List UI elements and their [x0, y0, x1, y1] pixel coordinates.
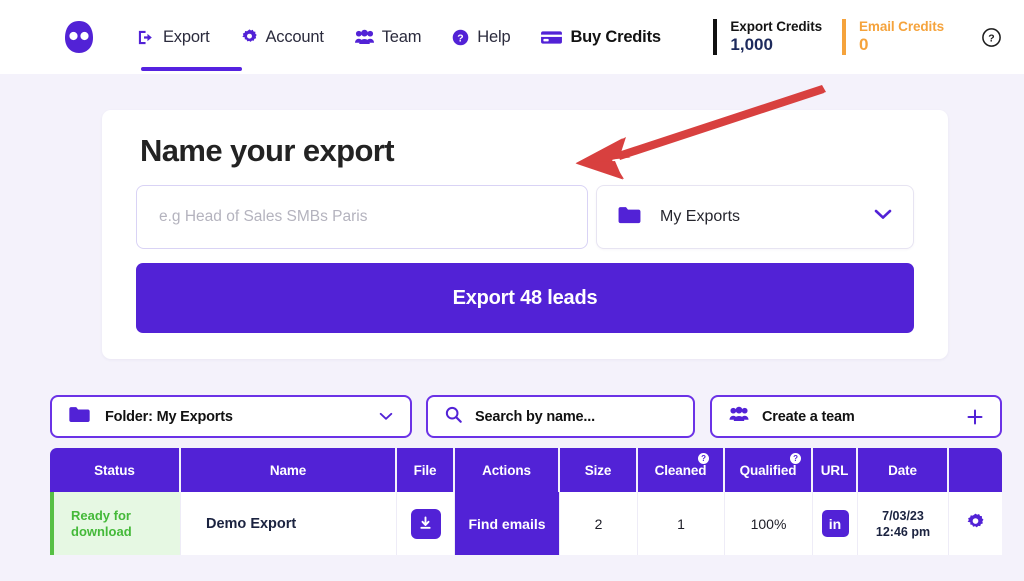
app-page: Export Account Team ? Help Buy Credits E… — [0, 0, 1024, 581]
email-credits-label: Email Credits — [859, 19, 944, 34]
cell-qualified: 100% — [725, 492, 813, 555]
table-row: Ready for download Demo Export Find emai… — [50, 492, 1002, 555]
captain-data-logo[interactable] — [57, 15, 101, 59]
download-icon[interactable] — [410, 508, 441, 539]
nav-item-account[interactable]: Account — [240, 28, 324, 47]
table-header-date[interactable]: Date — [858, 448, 949, 492]
table-header-size[interactable]: Size — [560, 448, 638, 492]
cell-actions: Find emails — [455, 492, 560, 555]
question-mark-circle-icon[interactable]: ? — [980, 26, 1002, 48]
cell-file — [397, 492, 455, 555]
exports-table: Status Name File Actions Size Cleaned ? … — [50, 448, 1002, 555]
th-label: File — [413, 462, 437, 478]
credit-card-icon — [540, 28, 563, 47]
help-badge-icon[interactable]: ? — [790, 453, 801, 464]
cell-settings[interactable] — [949, 492, 1002, 555]
nav-label-export: Export — [163, 27, 210, 46]
date-line-1: 7/03/23 — [882, 508, 924, 523]
nav-item-buy-credits[interactable]: Buy Credits — [540, 27, 661, 47]
table-header-url[interactable]: URL — [813, 448, 858, 492]
plus-icon — [966, 408, 984, 426]
export-leads-button[interactable]: Export 48 leads — [136, 263, 914, 333]
search-icon — [444, 405, 463, 429]
nav-item-export[interactable]: Export — [137, 28, 210, 47]
chevron-down-icon — [378, 411, 394, 422]
help-badge-icon[interactable]: ? — [698, 453, 709, 464]
export-name-input[interactable] — [136, 185, 588, 249]
export-credits-label: Export Credits — [730, 19, 823, 34]
table-header-actions[interactable]: Actions — [455, 448, 560, 492]
table-header-row: Status Name File Actions Size Cleaned ? … — [50, 448, 1002, 492]
nav-label-team: Team — [381, 27, 422, 46]
help-icon: ? — [451, 28, 470, 47]
search-field[interactable]: Search by name... — [426, 395, 695, 438]
team-icon — [728, 405, 750, 429]
svg-text:?: ? — [458, 33, 464, 44]
linkedin-icon[interactable]: in — [821, 510, 849, 537]
cell-size: 2 — [560, 492, 638, 555]
th-label: Actions — [482, 462, 531, 478]
cell-name: Demo Export — [181, 492, 397, 555]
status-badge: Ready for download — [71, 508, 132, 540]
th-label: Date — [888, 462, 917, 478]
date-value: 7/03/23 12:46 pm — [876, 508, 930, 540]
date-line-2: 12:46 pm — [875, 524, 931, 539]
svg-text:?: ? — [988, 32, 994, 44]
status-line-2: download — [71, 523, 132, 539]
create-team-label: Create a team — [762, 408, 855, 425]
table-header-status[interactable]: Status — [50, 448, 181, 492]
th-label: Cleaned — [654, 462, 707, 478]
gear-icon[interactable] — [965, 512, 986, 536]
folder-icon — [617, 205, 642, 230]
create-team-button[interactable]: Create a team — [710, 395, 1002, 438]
table-toolbar: Folder: My Exports Search by name... Cre… — [50, 395, 1002, 438]
page-title: Name your export — [140, 133, 395, 168]
nav-label-help: Help — [477, 27, 511, 46]
folder-select-dropdown[interactable]: My Exports — [596, 185, 914, 249]
th-label: URL — [820, 462, 849, 478]
folder-icon — [68, 405, 91, 429]
export-credits-value: 1,000 — [730, 35, 773, 54]
email-credits-value: 0 — [859, 35, 869, 54]
credits-summary: Export Credits 1,000 Email Credits 0 — [713, 19, 964, 55]
export-credits-block: Export Credits 1,000 — [713, 19, 822, 55]
th-label: Status — [94, 462, 135, 478]
find-emails-button[interactable]: Find emails — [455, 492, 559, 555]
cell-date: 7/03/23 12:46 pm — [858, 492, 949, 555]
cell-url: in — [813, 492, 858, 555]
email-credits-block: Email Credits 0 — [842, 19, 944, 55]
cell-cleaned: 1 — [638, 492, 725, 555]
table-header-name[interactable]: Name — [181, 448, 397, 492]
chevron-down-icon — [873, 208, 893, 226]
status-line-1: Ready for — [71, 507, 131, 523]
cell-status: Ready for download — [50, 492, 181, 555]
main-nav: Export Account Team ? Help Buy Credits — [137, 28, 661, 47]
folder-filter-dropdown[interactable]: Folder: My Exports — [50, 395, 412, 438]
top-navbar: Export Account Team ? Help Buy Credits E… — [0, 0, 1024, 74]
search-placeholder: Search by name... — [475, 408, 595, 425]
th-label: Size — [584, 462, 612, 478]
nav-label-buy-credits: Buy Credits — [570, 27, 661, 46]
table-header-qualified[interactable]: Qualified ? — [725, 448, 813, 492]
table-header-cleaned[interactable]: Cleaned ? — [638, 448, 725, 492]
team-icon — [354, 28, 375, 47]
nav-item-help[interactable]: ? Help — [451, 27, 511, 47]
table-header-settings — [949, 448, 1002, 492]
folder-select-label: My Exports — [660, 208, 741, 225]
th-label: Name — [269, 462, 307, 478]
nav-item-team[interactable]: Team — [354, 27, 422, 47]
th-label: Qualified — [739, 462, 797, 478]
active-tab-indicator — [141, 67, 242, 71]
gear-icon — [240, 28, 259, 47]
export-icon — [137, 28, 156, 47]
table-header-file[interactable]: File — [397, 448, 455, 492]
nav-label-account: Account — [265, 27, 324, 46]
export-card: Name your export My Exports Export 48 le… — [102, 110, 948, 359]
folder-filter-label: Folder: My Exports — [105, 408, 233, 425]
